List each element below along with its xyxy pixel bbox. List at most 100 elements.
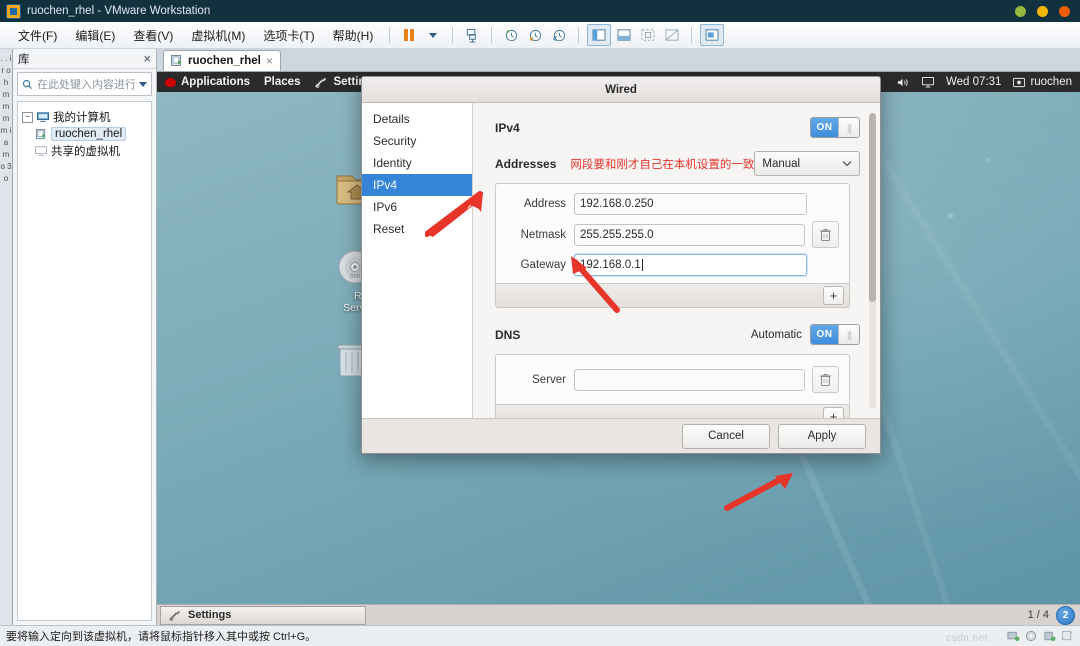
gateway-input[interactable]: 192.168.0.1	[574, 254, 807, 276]
dialog-scrollbar[interactable]	[869, 113, 876, 408]
menu-view[interactable]: 查看(V)	[125, 24, 181, 47]
status-message: 要将输入定向到该虚拟机，请将鼠标指针移入其中或按 Ctrl+G。	[6, 631, 317, 643]
dns-server-row: Server	[506, 366, 839, 393]
vmware-status-bar: 要将输入定向到该虚拟机，请将鼠标指针移入其中或按 Ctrl+G。	[0, 625, 1080, 646]
nav-item-ipv4[interactable]: IPv4	[362, 174, 472, 196]
gnome-bottom-panel: Settings 1 / 4 2	[157, 604, 1080, 625]
close-icon[interactable]: ×	[266, 54, 273, 68]
ipv4-method-select[interactable]: Manual	[754, 151, 860, 176]
toggle-knob: |||	[838, 325, 859, 344]
menu-tabs[interactable]: 选项卡(T)	[255, 24, 322, 47]
annotation-text: 网段要和刚才自己在本机设置的一致	[570, 156, 755, 171]
text-cursor	[641, 259, 643, 271]
title-bar: ruochen_rhel - VMware Workstation	[0, 0, 1080, 22]
vm-area: ruochen_rhel × Applications Places Setti…	[157, 49, 1080, 625]
nav-item-details[interactable]: Details	[362, 108, 472, 130]
toolbar-separator	[691, 27, 693, 43]
vmware-workstation-window: ruochen_rhel - VMware Workstation 文件(F) …	[0, 0, 1080, 646]
close-button[interactable]	[1059, 5, 1070, 17]
vm-tab-ruochen-rhel[interactable]: ruochen_rhel ×	[163, 50, 281, 71]
volume-indicator[interactable]	[897, 77, 910, 88]
display-indicator[interactable]	[922, 76, 934, 88]
show-library-icon[interactable]	[587, 24, 612, 46]
ipv4-toggle-state: ON	[811, 118, 838, 137]
add-address-button[interactable]: +	[823, 286, 844, 305]
take-snapshot-icon[interactable]	[500, 25, 522, 45]
printer-icon	[1061, 630, 1073, 641]
cancel-button[interactable]: Cancel	[682, 423, 770, 449]
dialog-content-ipv4: IPv4 ON ||| Addresses 网段要和刚才自己在本机设置的一致 M…	[473, 103, 880, 418]
netmask-input[interactable]: 255.255.255.0	[574, 223, 805, 246]
tree-label: ruochen_rhel	[51, 127, 127, 141]
gateway-label: Gateway	[520, 259, 566, 271]
delete-address-button[interactable]	[812, 221, 839, 248]
menu-vm[interactable]: 虚拟机(M)	[183, 24, 253, 47]
delete-dns-button[interactable]	[812, 366, 839, 393]
taskbar-window-settings[interactable]: Settings	[160, 605, 366, 625]
address-input[interactable]: 192.168.0.250	[574, 193, 807, 215]
nav-item-identity[interactable]: Identity	[362, 152, 472, 174]
usb-icon	[1044, 631, 1056, 642]
user-icon	[1013, 77, 1026, 87]
volume-icon	[898, 78, 908, 86]
main-body: . . i r o h m m m m i a m o 3 o 库 × 在此处键…	[0, 49, 1080, 625]
show-thumbnails-icon[interactable]	[637, 25, 659, 45]
nav-item-ipv6[interactable]: IPv6	[362, 196, 472, 218]
user-menu[interactable]: ruochen	[1013, 76, 1072, 88]
apply-button[interactable]: Apply	[778, 423, 866, 449]
dns-automatic-toggle[interactable]: ON |||	[810, 324, 860, 345]
maximize-button[interactable]	[1037, 5, 1048, 17]
menu-file[interactable]: 文件(F)	[10, 24, 65, 47]
taskbar-window-label: Settings	[188, 609, 232, 621]
ipv4-method-value: Manual	[762, 157, 801, 170]
tree-item-shared-vms[interactable]: 共享的虚拟机	[22, 142, 147, 160]
library-close-icon[interactable]: ×	[143, 52, 151, 65]
scrollbar-thumb[interactable]	[869, 113, 876, 302]
vm-tab-bar: ruochen_rhel ×	[157, 49, 1080, 72]
tree-item-my-computer[interactable]: − 我的计算机	[22, 108, 147, 126]
ipv4-toggle[interactable]: ON |||	[810, 117, 860, 138]
full-screen-icon[interactable]	[700, 24, 725, 46]
dropdown-caret-icon[interactable]	[422, 25, 444, 45]
menu-edit[interactable]: 编辑(E)	[67, 24, 123, 47]
pause-icon[interactable]	[398, 25, 420, 45]
addresses-panel: Address 192.168.0.250 Netmask 255.255.25…	[495, 183, 850, 284]
tree-label: 我的计算机	[53, 112, 111, 124]
minimize-button[interactable]	[1015, 5, 1026, 17]
places-menu-label: Places	[264, 76, 301, 88]
window-controls	[1015, 5, 1074, 17]
dialog-nav-list: Details Security Identity IPv4 IPv6 Rese…	[362, 103, 473, 418]
settings-tools-icon	[315, 77, 327, 88]
add-dns-button[interactable]: +	[823, 407, 844, 418]
search-icon	[22, 79, 33, 89]
tree-expander[interactable]: −	[22, 111, 33, 123]
library-search[interactable]: 在此处键入内容进行...	[17, 72, 152, 96]
gnome-panel-right: Wed 07:31 ruochen	[897, 76, 1080, 88]
nav-item-security[interactable]: Security	[362, 130, 472, 152]
collapsed-edge-strip: . . i r o h m m m m i a m o 3 o	[0, 49, 13, 625]
svg-text:DVD: DVD	[350, 274, 361, 280]
menu-help[interactable]: 帮助(H)	[325, 24, 382, 47]
workspace-badge[interactable]: 2	[1056, 605, 1075, 625]
virtual-machine-icon	[171, 55, 182, 66]
revert-snapshot-icon[interactable]	[524, 25, 546, 45]
toggle-knob: |||	[838, 118, 859, 137]
workspace-indicator[interactable]: 1 / 4	[1028, 609, 1049, 621]
snapshot-icon[interactable]	[461, 25, 483, 45]
my-computer-icon	[37, 111, 49, 122]
redhat-icon	[165, 77, 176, 87]
display-icon	[922, 76, 934, 88]
show-console-view-icon[interactable]	[613, 25, 635, 45]
snapshot-manager-icon[interactable]	[548, 25, 570, 45]
hide-preview-icon[interactable]	[661, 25, 683, 45]
clock[interactable]: Wed 07:31	[946, 76, 1001, 88]
applications-menu[interactable]: Applications	[165, 76, 250, 88]
status-device-icons	[1007, 630, 1074, 642]
ipv4-header-row: IPv4 ON |||	[495, 117, 860, 138]
dns-server-input[interactable]	[574, 368, 805, 391]
places-menu[interactable]: Places	[264, 76, 300, 88]
tree-item-ruochen-rhel[interactable]: ruochen_rhel	[22, 126, 147, 142]
dns-automatic-label: Automatic	[750, 328, 802, 341]
chevron-down-icon[interactable]	[139, 81, 147, 87]
nav-item-reset[interactable]: Reset	[362, 218, 472, 240]
